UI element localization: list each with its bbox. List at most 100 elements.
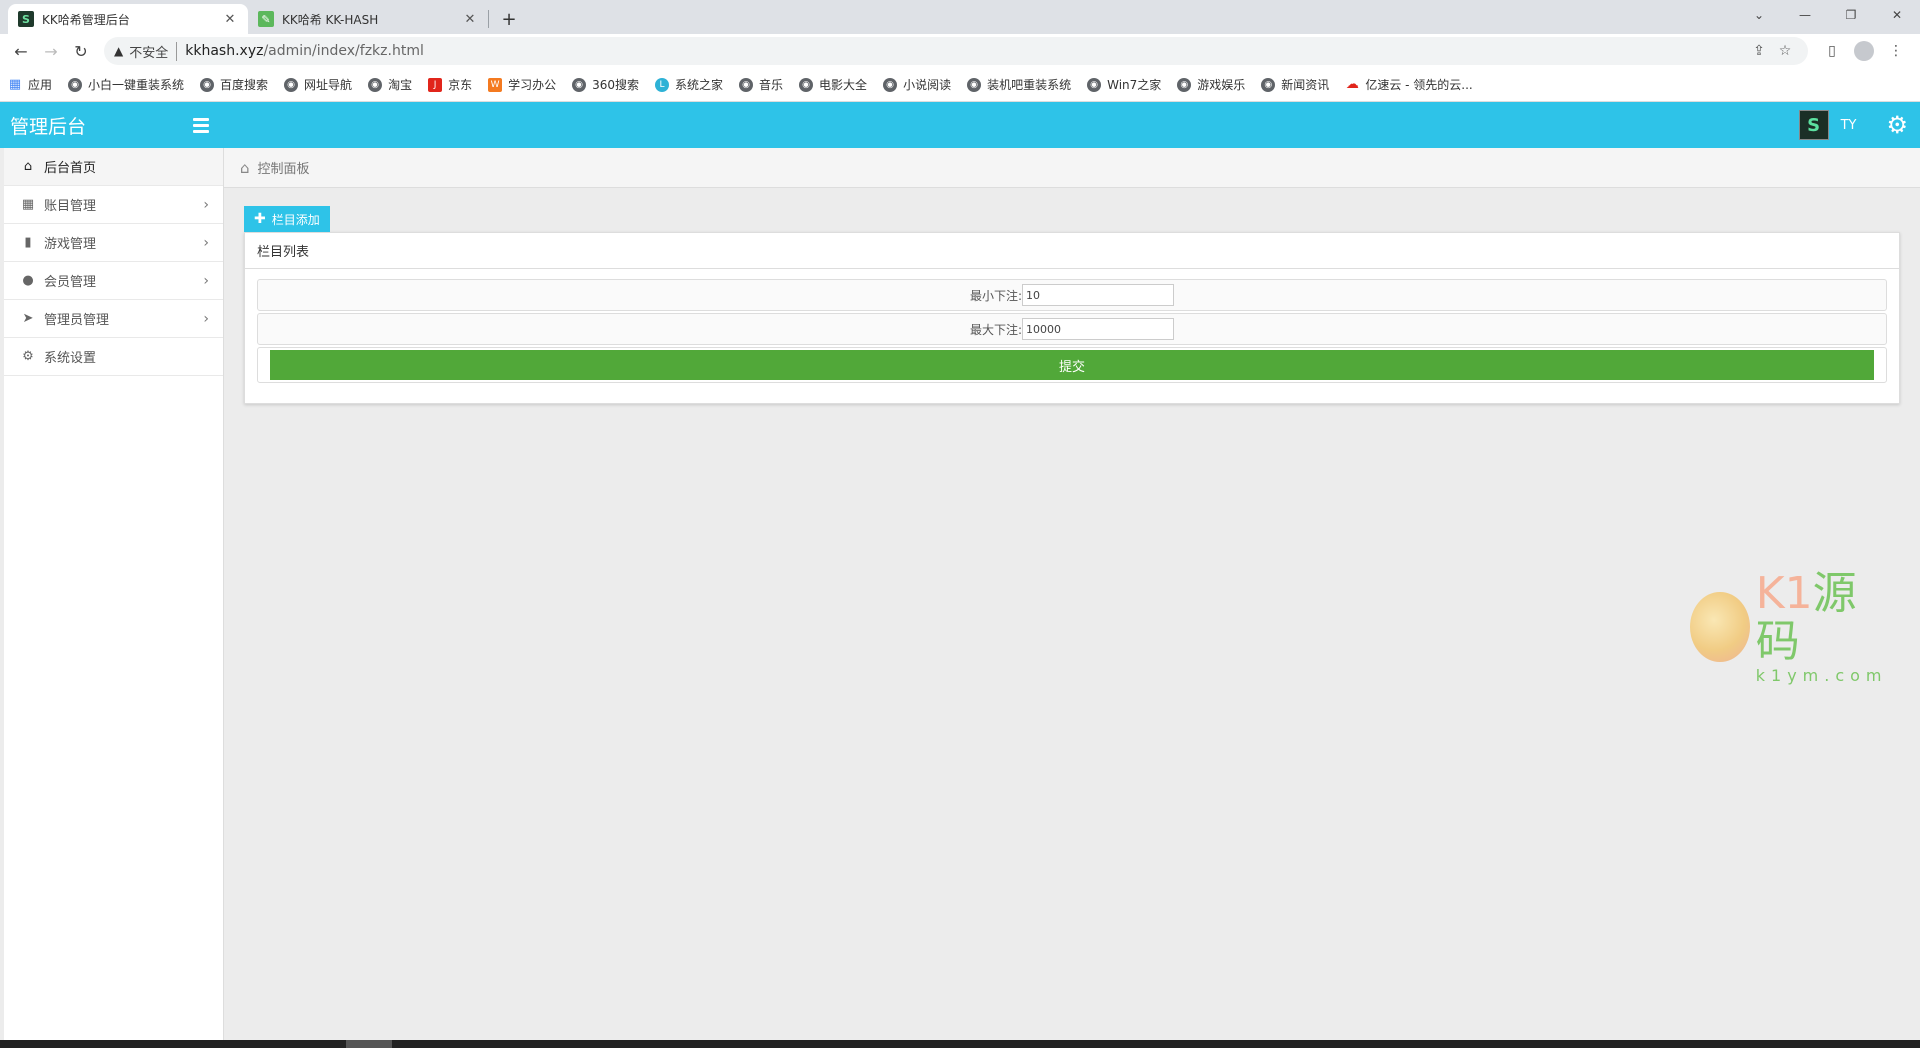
bookmark-item[interactable]: W 学习办公 [488, 76, 556, 93]
share-icon[interactable]: ⇪ [1746, 43, 1772, 59]
url-host: kkhash.xyz [185, 43, 264, 59]
forward-button[interactable]: → [38, 38, 64, 64]
min-bet-row: 最小下注: [257, 279, 1887, 311]
toolbar-right: ▯ ⋮ [1816, 37, 1912, 65]
restore-button[interactable]: ❐ [1828, 0, 1874, 30]
globe-icon: ◉ [284, 77, 299, 92]
max-bet-input[interactable] [1022, 318, 1175, 340]
min-bet-label: 最小下注: [969, 288, 1023, 303]
bookmark-item[interactable]: ◉ Win7之家 [1087, 76, 1161, 93]
watermark-brand: K1源码 [1755, 567, 1900, 666]
chevron-right-icon: › [203, 234, 209, 251]
admin-app: 管理后台 S TY ⚙ ⌂ 后台首页 ▦ 账目管理 › ▮ 游戏管理 › ● 会… [0, 102, 1920, 1040]
watermark-logo: K1源码 k1ym.com [1690, 569, 1900, 685]
submit-button[interactable]: 提交 [270, 350, 1874, 380]
new-tab-button[interactable]: + [495, 5, 523, 33]
reload-button[interactable]: ↻ [68, 38, 94, 64]
bookmark-item[interactable]: ◉ 百度搜索 [200, 76, 268, 93]
bookmark-item[interactable]: ◉ 小说阅读 [883, 76, 951, 93]
system-home-icon: L [655, 77, 670, 92]
tab-search-icon[interactable]: ⌄ [1736, 0, 1782, 30]
bookmark-item[interactable]: ◉ 电影大全 [799, 76, 867, 93]
browser-tab-kkhash[interactable]: ✎ KK哈希 KK-HASH ✕ [248, 4, 488, 34]
brand: 管理后台 [0, 112, 224, 139]
top-navbar: 管理后台 S TY ⚙ [0, 102, 1920, 148]
profile-avatar[interactable] [1848, 37, 1880, 65]
home-icon[interactable]: ⌂ [240, 159, 250, 177]
bookmarks-bar: ▦ 应用 ◉ 小白一键重装系统 ◉ 百度搜索 ◉ 网址导航 ◉ 淘宝 J 京东 W 学习办公 … [0, 68, 1920, 102]
close-icon[interactable]: ✕ [222, 12, 238, 27]
minimize-button[interactable]: — [1782, 0, 1828, 30]
bookmark-item[interactable]: J 京东 [428, 76, 472, 93]
book-icon: ▮ [24, 235, 32, 250]
bookmark-item[interactable]: ◉ 游戏娱乐 [1177, 76, 1245, 93]
bookmark-item[interactable]: ◉ 小白一键重装系统 [68, 76, 184, 93]
watermark-domain: k1ym.com [1755, 665, 1888, 685]
bookmark-label: 亿速云 - 领先的云... [1365, 78, 1473, 92]
profile-icon [1854, 41, 1874, 61]
user-name[interactable]: TY [1841, 118, 1857, 133]
sidebar-item-admins[interactable]: ➤ 管理员管理 › [4, 300, 223, 338]
bookmark-star-icon[interactable]: ☆ [1772, 43, 1798, 59]
sidebar-item-settings[interactable]: ⚙ 系统设置 [4, 338, 223, 376]
more-menu-icon[interactable]: ⋮ [1880, 37, 1912, 65]
url-path: /admin/index/fzkz.html [263, 43, 424, 59]
add-column-button[interactable]: ✚ 栏目添加 [244, 206, 330, 232]
bookmark-item[interactable]: ◉ 360搜索 [572, 76, 639, 93]
security-label[interactable]: 不安全 [129, 41, 178, 61]
brand-title[interactable]: 管理后台 [10, 112, 86, 139]
close-icon[interactable]: ✕ [462, 12, 478, 27]
bookmark-item[interactable]: L 系统之家 [655, 76, 723, 93]
submit-row: 提交 [257, 347, 1887, 383]
plus-icon: ✚ [254, 211, 266, 227]
globe-icon: ◉ [1177, 77, 1192, 92]
chevron-right-icon: › [203, 310, 209, 327]
bookmark-label: 小白一键重装系统 [88, 78, 185, 92]
window-close-button[interactable]: ✕ [1874, 0, 1920, 30]
gear-icon[interactable]: ⚙ [1886, 113, 1908, 137]
min-bet-input[interactable] [1022, 284, 1175, 306]
sidebar-item-games[interactable]: ▮ 游戏管理 › [4, 224, 223, 262]
breadcrumb-label[interactable]: 控制面板 [258, 158, 310, 177]
sidebar-item-accounts[interactable]: ▦ 账目管理 › [4, 186, 223, 224]
omnibox[interactable]: ▲ 不安全 kkhash.xyz/admin/index/fzkz.html ⇪… [104, 37, 1808, 65]
sidebar-item-members[interactable]: ● 会员管理 › [4, 262, 223, 300]
jd-icon: J [428, 77, 443, 92]
url-text[interactable]: kkhash.xyz/admin/index/fzkz.html [185, 43, 1746, 59]
avatar[interactable]: S [1798, 110, 1829, 140]
bookmark-item[interactable]: ◉ 新闻资讯 [1261, 76, 1329, 93]
taskbar-item[interactable] [346, 1040, 392, 1048]
hamburger-menu-icon[interactable] [188, 117, 214, 133]
bookmark-item[interactable]: ◉ 淘宝 [368, 76, 412, 93]
apps-grid-icon: ▦ [8, 77, 22, 92]
os-taskbar [0, 1040, 1920, 1048]
side-panel-icon[interactable]: ▯ [1816, 37, 1848, 65]
bookmark-item[interactable]: ◉ 网址导航 [284, 76, 352, 93]
sidebar-item-label: 管理员管理 [44, 313, 110, 328]
watermark-k1: K1 [1755, 567, 1813, 619]
bookmark-item[interactable]: ◉ 装机吧重装系统 [967, 76, 1071, 93]
address-toolbar: ← → ↻ ▲ 不安全 kkhash.xyz/admin/index/fzkz.… [0, 34, 1920, 68]
user-icon: ● [22, 273, 34, 288]
bookmark-label: 网址导航 [304, 78, 353, 92]
globe-icon: ◉ [368, 77, 383, 92]
bookmark-label: 游戏娱乐 [1197, 78, 1246, 92]
gear-icon: ⚙ [22, 349, 34, 364]
cloud-icon: ☁ [1345, 77, 1359, 92]
leaf-icon: ✎ [258, 11, 274, 27]
navbar-user-area: S TY ⚙ [1798, 102, 1908, 148]
grid-icon: ▦ [21, 197, 35, 212]
sidebar-item-label: 系统设置 [44, 351, 97, 366]
browser-tab-strip: S KK哈希管理后台 ✕ ✎ KK哈希 KK-HASH ✕ + ⌄ — ❐ ✕ [0, 0, 1920, 34]
bookmark-label: 新闻资讯 [1281, 78, 1330, 92]
back-button[interactable]: ← [8, 38, 34, 64]
bookmark-item[interactable]: ◉ 音乐 [739, 76, 783, 93]
panel-title: 栏目列表 [245, 233, 1899, 269]
bookmark-item[interactable]: ☁ 亿速云 - 领先的云... [1345, 76, 1473, 93]
sidebar-item-home[interactable]: ⌂ 后台首页 [4, 148, 223, 186]
bookmark-apps[interactable]: ▦ 应用 [8, 76, 52, 93]
browser-tab-admin[interactable]: S KK哈希管理后台 ✕ [8, 4, 248, 34]
bookmark-label: 应用 [28, 78, 53, 92]
bookmark-label: 装机吧重装系统 [987, 78, 1072, 92]
warning-icon[interactable]: ▲ [114, 44, 123, 58]
